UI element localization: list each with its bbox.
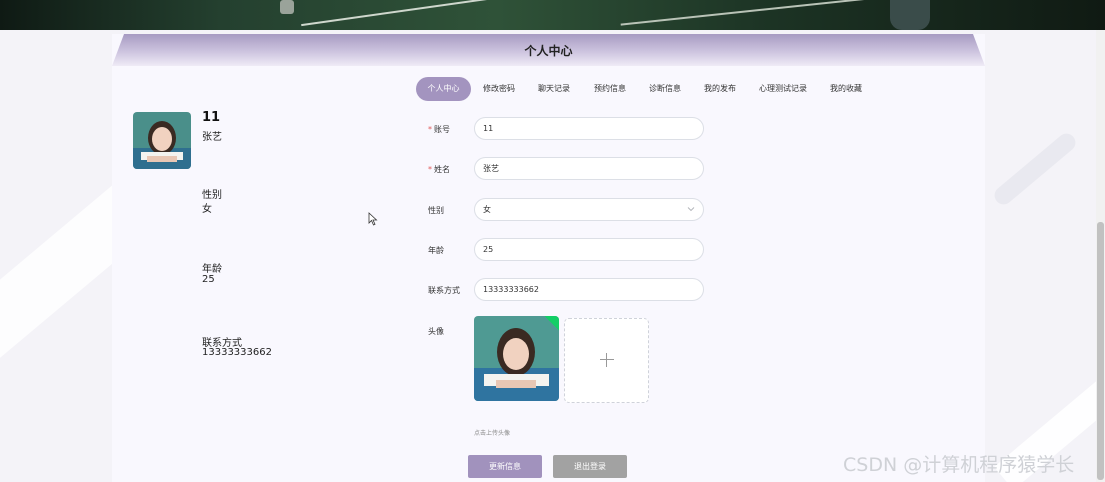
mouse-cursor-icon: [368, 212, 378, 226]
profile-name: 张艺: [202, 132, 222, 143]
page-title: 个人中心: [524, 44, 573, 58]
account-label: * 账号: [428, 125, 450, 134]
age-field[interactable]: [474, 238, 704, 261]
info-age-label: 年龄: [202, 264, 222, 275]
scrollbar-thumb[interactable]: [1097, 222, 1104, 480]
tab-my-posts[interactable]: 我的发布: [704, 77, 736, 101]
tab-psych-test-records[interactable]: 心理测试记录: [759, 77, 807, 101]
info-gender-label: 性别: [202, 190, 222, 201]
name-field[interactable]: [474, 157, 704, 180]
phone-field[interactable]: [474, 278, 704, 301]
tab-appointments[interactable]: 预约信息: [594, 77, 626, 101]
watermark: CSDN @计算机程序猿学长: [843, 454, 1075, 476]
chevron-down-icon: [687, 207, 695, 212]
profile-id: 11: [202, 110, 221, 125]
update-info-button[interactable]: 更新信息: [468, 455, 542, 478]
gender-select[interactable]: 女: [474, 198, 704, 221]
required-mark: *: [428, 165, 432, 174]
hero-banner-image: [0, 0, 1105, 30]
info-gender-value: 女: [202, 204, 212, 215]
tab-change-password[interactable]: 修改密码: [483, 77, 515, 101]
plus-icon: [606, 353, 607, 367]
tab-diagnoses[interactable]: 诊断信息: [649, 77, 681, 101]
background-stripe: [990, 129, 1080, 209]
account-field[interactable]: [474, 117, 704, 140]
tab-chat-records[interactable]: 聊天记录: [538, 77, 570, 101]
avatar-label: 头像: [428, 327, 444, 336]
plus-icon: [600, 359, 614, 360]
tab-my-favorites[interactable]: 我的收藏: [830, 77, 862, 101]
required-mark: *: [428, 125, 432, 134]
info-phone-value: 13333333662: [202, 347, 272, 358]
logout-button[interactable]: 退出登录: [553, 455, 627, 478]
uploaded-avatar-image[interactable]: [474, 316, 559, 401]
phone-label: 联系方式: [428, 286, 460, 295]
tab-user-center[interactable]: 个人中心: [416, 77, 471, 101]
avatar-upload-box[interactable]: [564, 318, 649, 403]
user-center-panel: 个人中心 11 张艺 性别 女 年龄 25 联系方式 13333333662 个…: [112, 34, 985, 482]
age-label: 年龄: [428, 246, 444, 255]
upload-hint: 点击上传头像: [474, 430, 511, 437]
gender-label: 性别: [428, 206, 444, 215]
gender-select-value: 女: [483, 205, 491, 214]
info-age-value: 25: [202, 274, 215, 285]
avatar: [133, 112, 191, 169]
name-label: * 姓名: [428, 165, 450, 174]
